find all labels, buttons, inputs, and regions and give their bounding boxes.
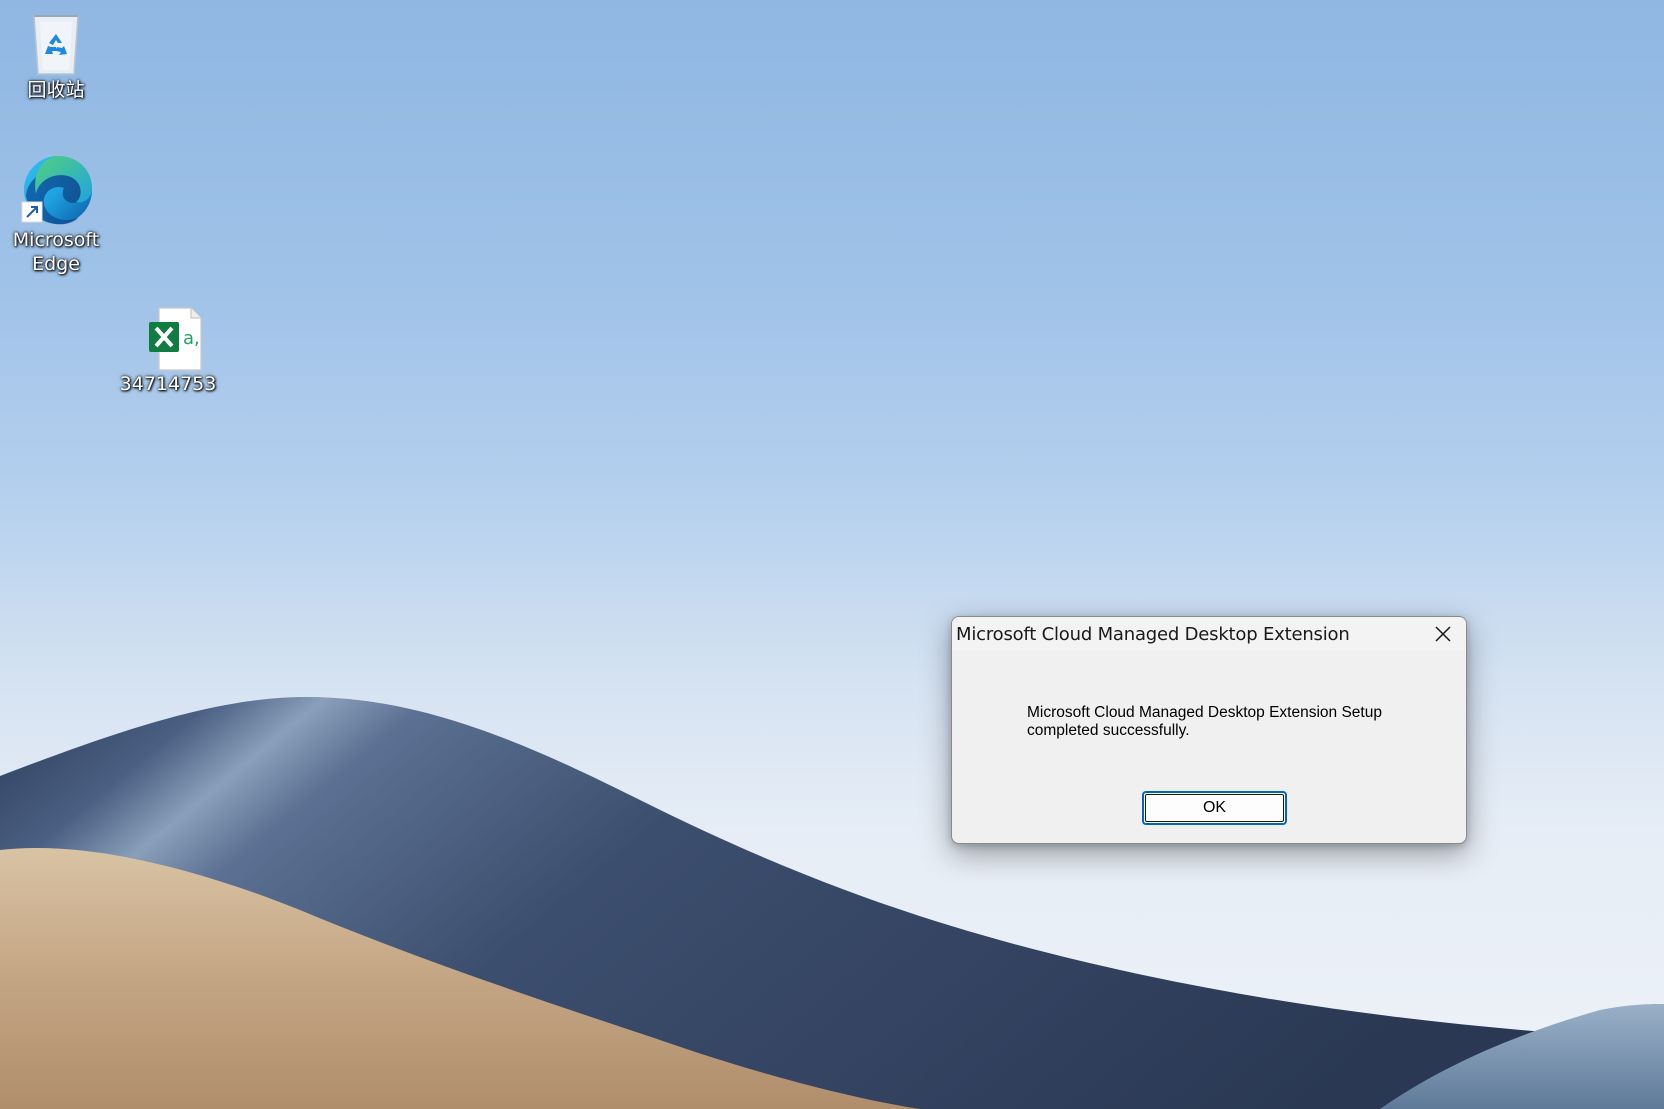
excel-csv-icon: a, [149, 307, 202, 371]
svg-text:a,: a, [183, 328, 200, 349]
dialog-title: Microsoft Cloud Managed Desktop Extensio… [956, 624, 1350, 645]
ok-button-label: OK [1202, 799, 1227, 816]
edge-icon [21, 156, 92, 225]
desktop-icon-edge[interactable]: Microsoft Edge [6, 152, 106, 276]
desktop-icon-label: 回收站 [27, 79, 85, 101]
close-button[interactable] [1420, 617, 1466, 651]
wallpaper [0, 696, 1664, 1109]
close-icon [1435, 626, 1451, 642]
desktop-icon-label: 34714753 [119, 373, 217, 395]
dialog-titlebar[interactable]: Microsoft Cloud Managed Desktop Extensio… [952, 617, 1466, 651]
desktop-icon-label: Microsoft Edge [12, 229, 100, 275]
dialog-message: Microsoft Cloud Managed Desktop Extensio… [1027, 704, 1382, 739]
desktop: 回收站 Microsoft Edge a, 34714753 Microsoft… [0, 0, 1664, 1109]
desktop-icon-recycle-bin[interactable]: 回收站 [6, 8, 106, 102]
desktop-icon-excel-file[interactable]: a, 34714753 [118, 306, 218, 396]
recycle-bin-icon [33, 15, 79, 75]
ok-button[interactable]: OK [1142, 791, 1287, 825]
message-dialog: Microsoft Cloud Managed Desktop Extensio… [951, 616, 1467, 844]
